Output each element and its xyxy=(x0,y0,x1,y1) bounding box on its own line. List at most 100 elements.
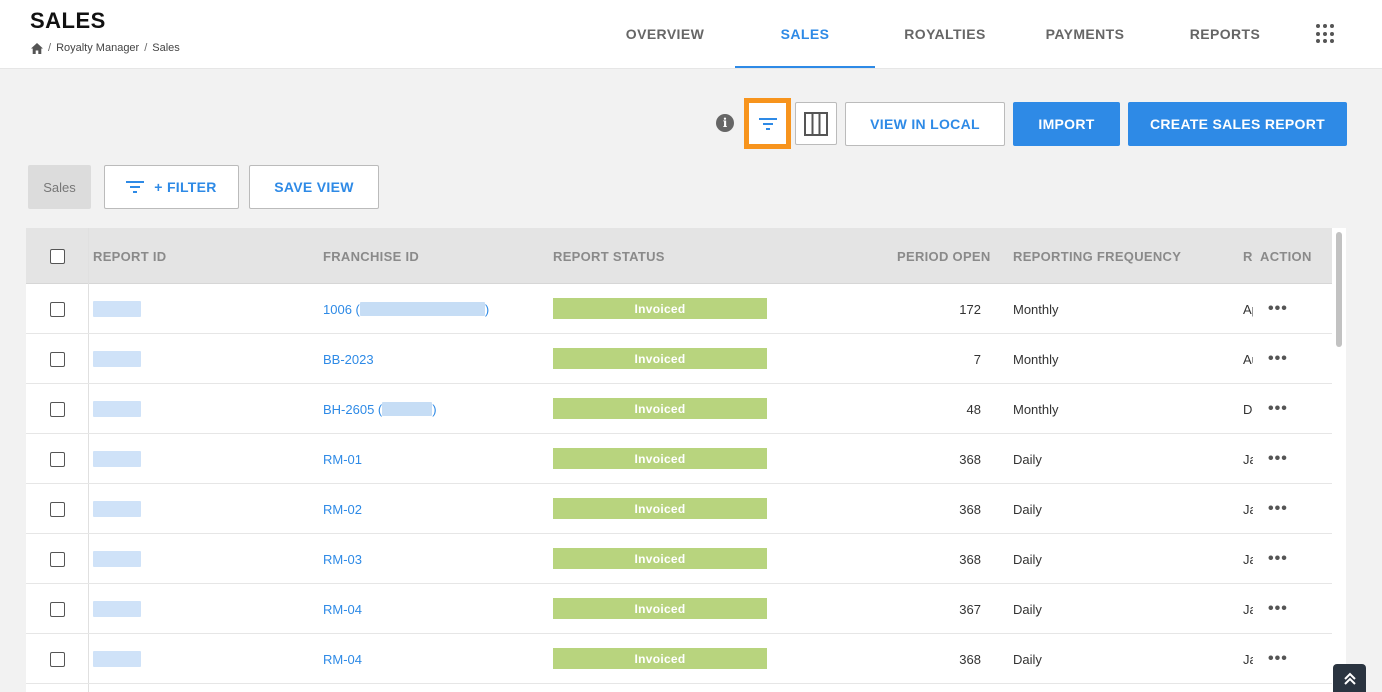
tab-reports[interactable]: REPORTS xyxy=(1155,0,1295,68)
row-checkbox[interactable] xyxy=(50,301,65,317)
status-badge: Invoiced xyxy=(553,398,767,419)
period-open-value: 368 xyxy=(959,451,981,467)
status-badge: Invoiced xyxy=(553,648,767,669)
column-header-r[interactable]: R xyxy=(1243,228,1253,284)
breadcrumb-separator: / xyxy=(48,42,52,54)
franchise-id-text: BB-2023 xyxy=(323,351,374,367)
report-id-redacted[interactable] xyxy=(93,301,141,317)
franchise-id-link[interactable]: RM-01 xyxy=(323,434,362,484)
franchise-id-link[interactable]: RM-04 xyxy=(323,584,362,634)
table-row[interactable]: BB-2023 Invoiced 7 Monthly Au ••• xyxy=(26,334,1332,384)
row-checkbox[interactable] xyxy=(50,501,65,517)
tab-royalties[interactable]: ROYALTIES xyxy=(875,0,1015,68)
franchise-id-text: RM-04 xyxy=(323,651,363,667)
filter-toggle-button[interactable] xyxy=(744,98,791,149)
row-actions-menu-icon[interactable]: ••• xyxy=(1268,434,1288,484)
row-actions-menu-icon[interactable]: ••• xyxy=(1268,334,1288,384)
row-actions-menu-icon[interactable]: ••• xyxy=(1268,534,1288,584)
columns-button[interactable] xyxy=(795,102,837,145)
report-id-redacted[interactable] xyxy=(93,401,141,417)
table-row[interactable]: RM-02 Invoiced 368 Daily Ja ••• xyxy=(26,484,1332,534)
column-header-action: ACTION xyxy=(1260,248,1312,264)
tab-payments[interactable]: PAYMENTS xyxy=(1015,0,1155,68)
table-row[interactable]: RM-04 Invoiced 368 Daily Ja ••• xyxy=(26,634,1332,684)
table-row[interactable]: RM-01 Invoiced 368 Daily Ja ••• xyxy=(26,434,1332,484)
row-checkbox[interactable] xyxy=(50,651,65,667)
table-row[interactable]: RM-03 Invoiced 368 Daily Ja ••• xyxy=(26,534,1332,584)
info-icon[interactable]: i xyxy=(716,114,734,132)
franchise-id-link[interactable]: RM-04 xyxy=(323,634,362,684)
page-title: SALES xyxy=(30,8,106,33)
table-scrollbar[interactable] xyxy=(1334,230,1344,692)
table-row[interactable]: BH-2605 () Invoiced 48 Monthly De ••• xyxy=(26,384,1332,434)
status-badge: Invoiced xyxy=(553,298,767,319)
create-sales-report-button[interactable]: CREATE SALES REPORT xyxy=(1128,102,1347,146)
status-badge: Invoiced xyxy=(553,598,767,619)
table-row[interactable]: RM-04 Invoiced 367 Daily Ja ••• xyxy=(26,584,1332,634)
franchise-id-text: RM-03 xyxy=(323,551,363,567)
column-header-franchise-id[interactable]: FRANCHISE ID xyxy=(323,228,419,284)
select-all-checkbox[interactable] xyxy=(50,248,65,264)
franchise-id-link[interactable]: BB-2023 xyxy=(323,334,374,384)
column-header-report-id[interactable]: REPORT ID xyxy=(93,228,166,284)
reporting-frequency-value: Monthly xyxy=(1013,351,1059,367)
status-badge: Invoiced xyxy=(553,548,767,569)
view-in-local-button[interactable]: VIEW IN LOCAL xyxy=(845,102,1005,146)
reporting-frequency-value: Daily xyxy=(1013,551,1042,567)
home-icon[interactable] xyxy=(31,42,43,54)
period-open-value: 48 xyxy=(966,401,981,417)
row-checkbox[interactable] xyxy=(50,351,65,367)
tab-overview[interactable]: OVERVIEW xyxy=(595,0,735,68)
reporting-frequency-value: Daily xyxy=(1013,601,1042,617)
double-chevron-up-icon xyxy=(1343,672,1356,685)
column-header-period-open[interactable]: PERIOD OPEN xyxy=(897,228,991,284)
tab-sales[interactable]: SALES xyxy=(735,0,875,68)
filter-icon xyxy=(126,181,145,193)
import-button[interactable]: IMPORT xyxy=(1013,102,1120,146)
row-checkbox[interactable] xyxy=(50,401,65,417)
report-id-redacted[interactable] xyxy=(93,501,141,517)
row-checkbox[interactable] xyxy=(50,451,65,467)
franchise-id-link[interactable]: RM-03 xyxy=(323,534,362,584)
r-column-value: Ap xyxy=(1243,301,1253,317)
breadcrumb-royalty-manager[interactable]: Royalty Manager xyxy=(56,42,139,54)
row-actions-menu-icon[interactable]: ••• xyxy=(1268,634,1288,684)
breadcrumb-separator: / xyxy=(144,42,148,54)
table-row[interactable]: 1006 () Invoiced 172 Monthly Ap ••• xyxy=(26,284,1332,334)
r-column-value: Ja xyxy=(1243,501,1253,517)
r-column-value: Ja xyxy=(1243,601,1253,617)
column-header-report-status[interactable]: REPORT STATUS xyxy=(553,228,665,284)
apps-grid-icon[interactable] xyxy=(1316,24,1336,44)
franchise-id-link[interactable]: 1006 () xyxy=(323,284,489,334)
column-header-reporting-frequency[interactable]: REPORTING FREQUENCY xyxy=(1013,228,1181,284)
report-id-redacted[interactable] xyxy=(93,601,141,617)
franchise-id-text: RM-01 xyxy=(323,451,363,467)
scrollbar-thumb[interactable] xyxy=(1336,232,1342,347)
row-checkbox[interactable] xyxy=(50,551,65,567)
status-badge: Invoiced xyxy=(553,348,767,369)
report-id-redacted[interactable] xyxy=(93,451,141,467)
franchise-id-link[interactable]: RM-02 xyxy=(323,484,362,534)
report-id-redacted[interactable] xyxy=(93,351,141,367)
save-view-button[interactable]: SAVE VIEW xyxy=(249,165,379,209)
reporting-frequency-value: Daily xyxy=(1013,451,1042,467)
row-checkbox[interactable] xyxy=(50,601,65,617)
columns-icon xyxy=(804,111,828,136)
report-id-redacted[interactable] xyxy=(93,651,141,667)
scroll-to-top-button[interactable] xyxy=(1333,664,1366,692)
sales-table: REPORT ID FRANCHISE ID REPORT STATUS PER… xyxy=(26,228,1346,692)
report-id-redacted[interactable] xyxy=(93,551,141,567)
franchise-id-suffix: ) xyxy=(432,401,437,417)
top-bar: SALES / Royalty Manager / Sales OVERVIEW… xyxy=(0,0,1382,69)
period-open-value: 172 xyxy=(959,301,981,317)
row-actions-menu-icon[interactable]: ••• xyxy=(1268,484,1288,534)
add-filter-button[interactable]: + FILTER xyxy=(104,165,239,209)
franchise-id-link[interactable]: BH-2605 () xyxy=(323,384,437,434)
view-chip-sales[interactable]: Sales xyxy=(28,165,91,209)
breadcrumb: / Royalty Manager / Sales xyxy=(31,42,180,54)
row-actions-menu-icon[interactable]: ••• xyxy=(1268,384,1288,434)
row-actions-menu-icon[interactable]: ••• xyxy=(1268,284,1288,334)
reporting-frequency-value: Daily xyxy=(1013,501,1042,517)
row-actions-menu-icon[interactable]: ••• xyxy=(1268,584,1288,634)
status-badge: Invoiced xyxy=(553,498,767,519)
